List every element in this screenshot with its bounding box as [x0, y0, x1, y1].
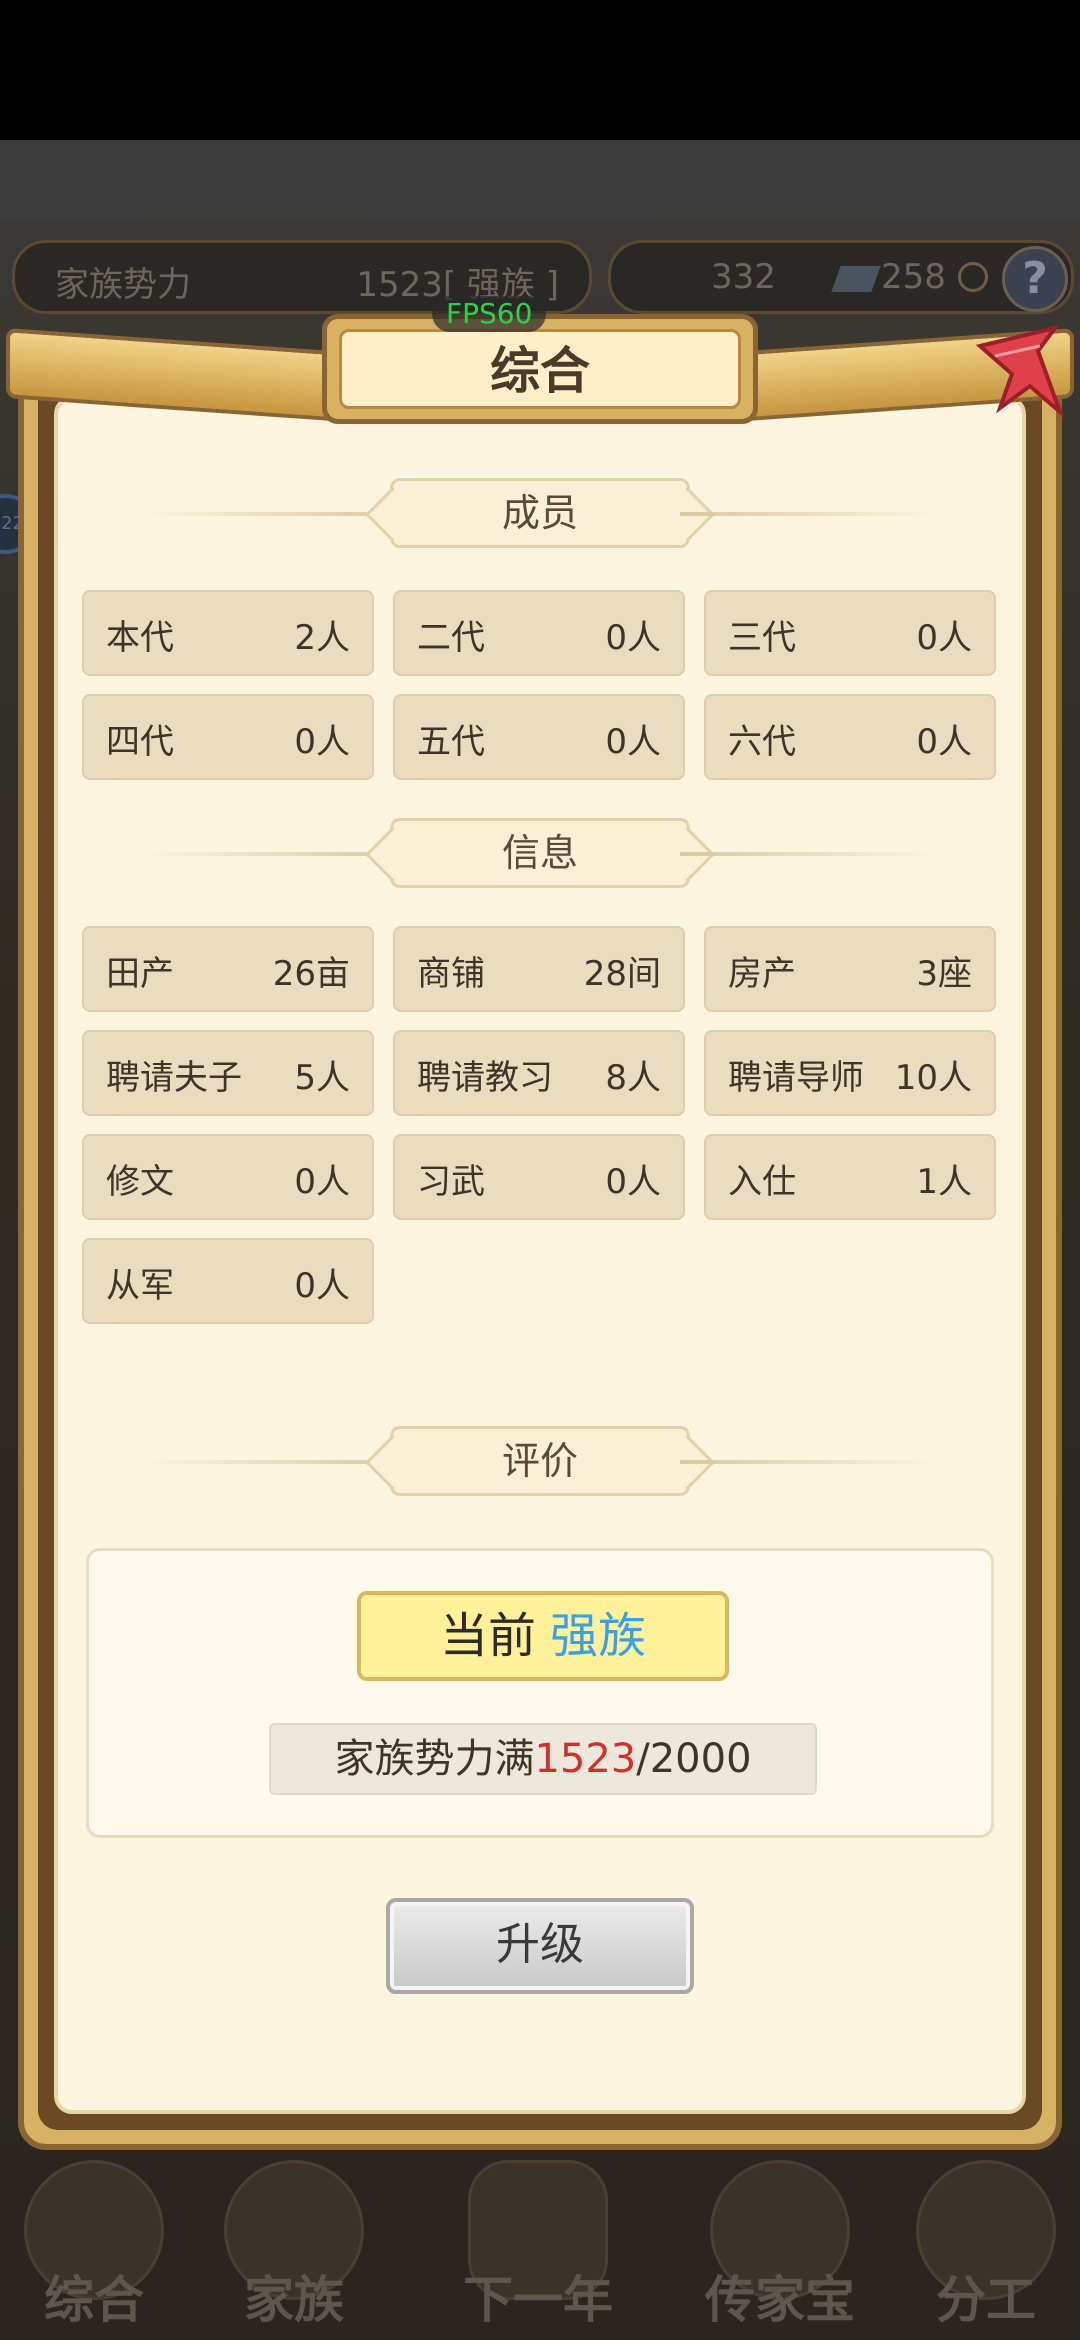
close-icon[interactable] — [960, 316, 1070, 426]
nav-item-overview[interactable]: 综合 — [4, 2160, 184, 2340]
upgrade-button[interactable]: 升级 — [386, 1898, 694, 1994]
stat-label: 聘请夫子 — [106, 1058, 242, 1098]
stat-label: 房产 — [728, 954, 796, 994]
stat-cell: 从军 0人 — [82, 1238, 374, 1324]
progress-label: 家族势力满 — [334, 1736, 535, 1782]
stat-cell: 三代 0人 — [704, 590, 996, 676]
current-rank-badge: 当前 强族 — [357, 1591, 729, 1681]
stat-value: 0人 — [294, 1266, 350, 1306]
stat-value: 26亩 — [272, 954, 350, 994]
stat-label: 五代 — [417, 722, 485, 762]
stat-value: 10人 — [894, 1058, 972, 1098]
stat-value: 0人 — [605, 1162, 661, 1202]
stat-cell: 聘请导师 10人 — [704, 1030, 996, 1116]
stat-value: 28间 — [583, 954, 661, 994]
nav-item-family[interactable]: 家族 — [204, 2160, 384, 2340]
stat-label: 商铺 — [417, 954, 485, 994]
stat-value: 0人 — [916, 722, 972, 762]
gold-amount: 258 — [881, 257, 946, 297]
panel-title: 综合 — [339, 329, 741, 409]
status-bar — [0, 0, 1080, 140]
stat-label: 聘请教习 — [417, 1058, 553, 1098]
section-header-members: 成员 — [140, 478, 940, 550]
stat-cell: 商铺 28间 — [393, 926, 685, 1012]
divider — [140, 512, 400, 516]
coin-icon — [958, 262, 988, 292]
nav-label: 传家宝 — [705, 2271, 855, 2329]
stat-value: 0人 — [294, 722, 350, 762]
stat-cell: 五代 0人 — [393, 694, 685, 780]
stat-cell: 四代 0人 — [82, 694, 374, 780]
stat-label: 二代 — [417, 618, 485, 658]
progress-total: /2000 — [636, 1736, 752, 1782]
stat-label: 聘请导师 — [728, 1058, 864, 1098]
section-title: 评价 — [390, 1426, 690, 1496]
stat-value: 0人 — [916, 618, 972, 658]
section-title: 信息 — [390, 818, 690, 888]
stat-value: 0人 — [605, 618, 661, 658]
top-strip — [0, 140, 1080, 220]
stat-value: 2人 — [294, 618, 350, 658]
stat-cell: 习武 0人 — [393, 1134, 685, 1220]
power-progress: 家族势力满1523/2000 — [269, 1723, 817, 1795]
fps-counter: FPS60 — [432, 296, 547, 332]
stat-value: 0人 — [294, 1162, 350, 1202]
stat-label: 四代 — [106, 722, 174, 762]
section-title: 成员 — [390, 478, 690, 548]
stat-label: 田产 — [106, 954, 174, 994]
stat-cell: 入仕 1人 — [704, 1134, 996, 1220]
nav-label: 分工 — [936, 2271, 1036, 2329]
stat-label: 入仕 — [728, 1162, 796, 1202]
stat-cell: 聘请教习 8人 — [393, 1030, 685, 1116]
nav-item-assignment[interactable]: 分工 — [896, 2160, 1076, 2340]
stat-value: 1人 — [916, 1162, 972, 1202]
divider — [680, 852, 940, 856]
progress-current: 1523 — [534, 1736, 637, 1782]
stat-label: 本代 — [106, 618, 174, 658]
silver-amount: 332 — [711, 257, 776, 297]
nav-label: 家族 — [244, 2271, 344, 2329]
stat-cell: 二代 0人 — [393, 590, 685, 676]
divider — [680, 512, 940, 516]
family-power-label: 家族势力 — [55, 265, 191, 305]
stat-cell: 修文 0人 — [82, 1134, 374, 1220]
evaluation-box: 当前 强族 家族势力满1523/2000 — [86, 1548, 994, 1838]
stat-cell: 聘请夫子 5人 — [82, 1030, 374, 1116]
rank-level: 强族 — [550, 1608, 647, 1664]
help-icon[interactable]: ? — [1002, 246, 1068, 312]
panel-title-plate: 综合 — [322, 314, 758, 424]
nav-item-next-year[interactable]: 下一年 — [448, 2160, 628, 2340]
stat-label: 三代 — [728, 618, 796, 658]
divider — [680, 1460, 940, 1464]
stat-label: 从军 — [106, 1266, 174, 1306]
rank-prefix: 当前 — [439, 1608, 536, 1664]
nav-label: 下一年 — [463, 2271, 613, 2329]
section-header-info: 信息 — [140, 818, 940, 890]
stat-cell: 田产 26亩 — [82, 926, 374, 1012]
stat-value: 0人 — [605, 722, 661, 762]
section-header-evaluation: 评价 — [140, 1426, 940, 1498]
divider — [140, 852, 400, 856]
stat-value: 3座 — [916, 954, 972, 994]
stat-value: 5人 — [294, 1058, 350, 1098]
stat-cell: 房产 3座 — [704, 926, 996, 1012]
nav-label: 综合 — [44, 2271, 144, 2329]
stat-label: 修文 — [106, 1162, 174, 1202]
stat-label: 六代 — [728, 722, 796, 762]
stat-value: 8人 — [605, 1058, 661, 1098]
stat-cell: 六代 0人 — [704, 694, 996, 780]
divider — [140, 1460, 400, 1464]
stat-cell: 本代 2人 — [82, 590, 374, 676]
nav-item-heirloom[interactable]: 传家宝 — [690, 2160, 870, 2340]
stat-label: 习武 — [417, 1162, 485, 1202]
